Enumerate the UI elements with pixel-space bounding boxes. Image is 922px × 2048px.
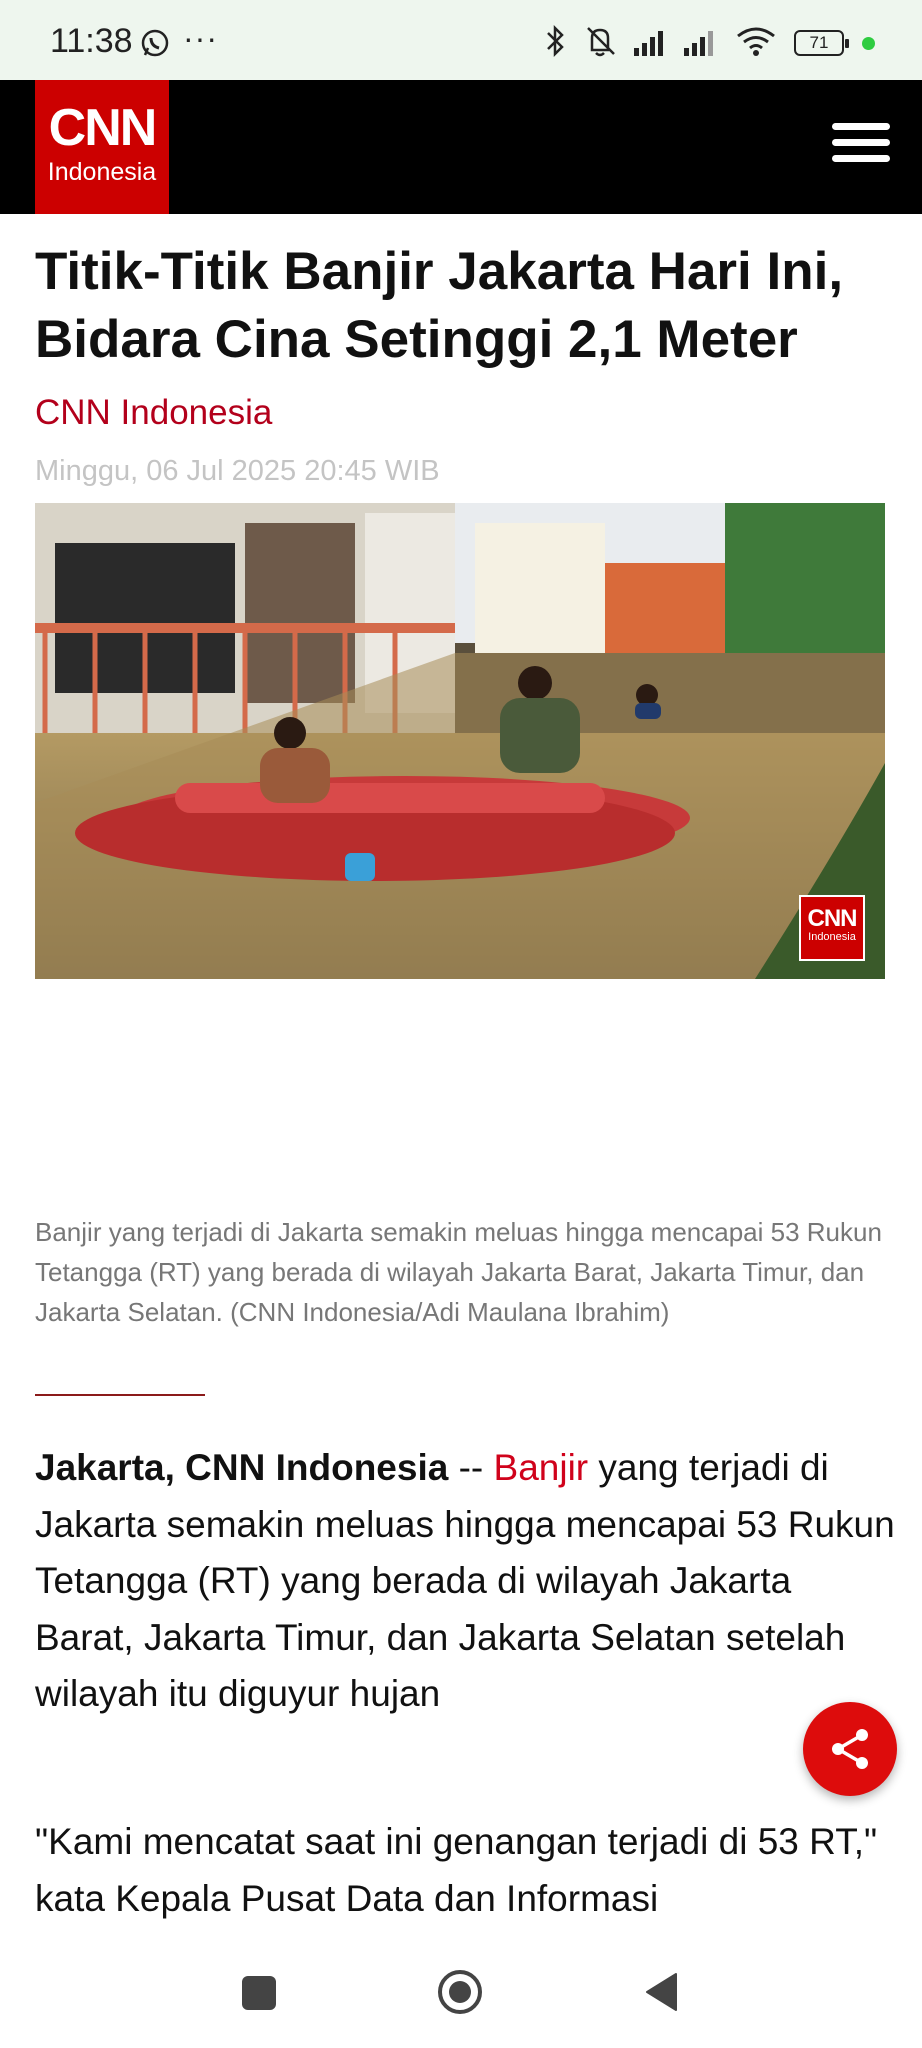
article-source[interactable]: CNN Indonesia — [35, 393, 272, 433]
share-icon — [832, 1729, 868, 1769]
bluetooth-icon — [547, 24, 564, 58]
photo-watermark-logo: CNN Indonesia — [799, 895, 865, 961]
logo-text: CNN — [48, 99, 158, 157]
privacy-indicator-dot — [862, 37, 875, 50]
article-paragraph-2: "Kami mencatat saat ini genangan terjadi… — [35, 1821, 878, 1919]
whatsapp-icon — [141, 29, 169, 57]
photo-caption: Banjir yang terjadi di Jakarta semakin m… — [35, 1217, 882, 1327]
wifi-icon — [737, 27, 775, 56]
article-photo[interactable]: CNN Indonesia — [35, 503, 885, 979]
article-headline: Titik-Titik Banjir Jakarta Hari Ini, Bid… — [35, 242, 844, 369]
battery-icon: 71 — [794, 30, 849, 56]
dateline-separator: -- — [448, 1447, 494, 1488]
signal-icon — [634, 31, 663, 56]
recent-apps-icon[interactable] — [242, 1976, 276, 2010]
status-time: 11:38 — [50, 22, 133, 60]
banjir-tag-link[interactable]: Banjir — [494, 1447, 589, 1488]
article-date: Minggu, 06 Jul 2025 20:45 WIB — [35, 455, 440, 487]
back-icon[interactable] — [644, 1972, 678, 2012]
logo-subtext: Indonesia — [47, 158, 157, 186]
signal-icon — [684, 31, 713, 56]
dateline: Jakarta, CNN Indonesia — [35, 1447, 449, 1488]
system-nav-bar — [0, 1938, 922, 2048]
article-paragraph-1: Jakarta, CNN Indonesia -- Banjir yang te… — [35, 1440, 895, 1723]
home-icon[interactable] — [436, 1968, 484, 2016]
share-button[interactable] — [803, 1702, 897, 1796]
mute-icon — [587, 27, 615, 57]
hamburger-menu-icon[interactable] — [832, 123, 890, 169]
cnn-indonesia-logo[interactable]: CNN Indonesia — [35, 80, 169, 214]
status-bar: 11:38 ··· 71 — [0, 0, 922, 80]
more-notifications-icon: ··· — [183, 20, 218, 56]
caption-divider — [35, 1394, 205, 1396]
site-header: CNN Indonesia — [0, 80, 922, 214]
